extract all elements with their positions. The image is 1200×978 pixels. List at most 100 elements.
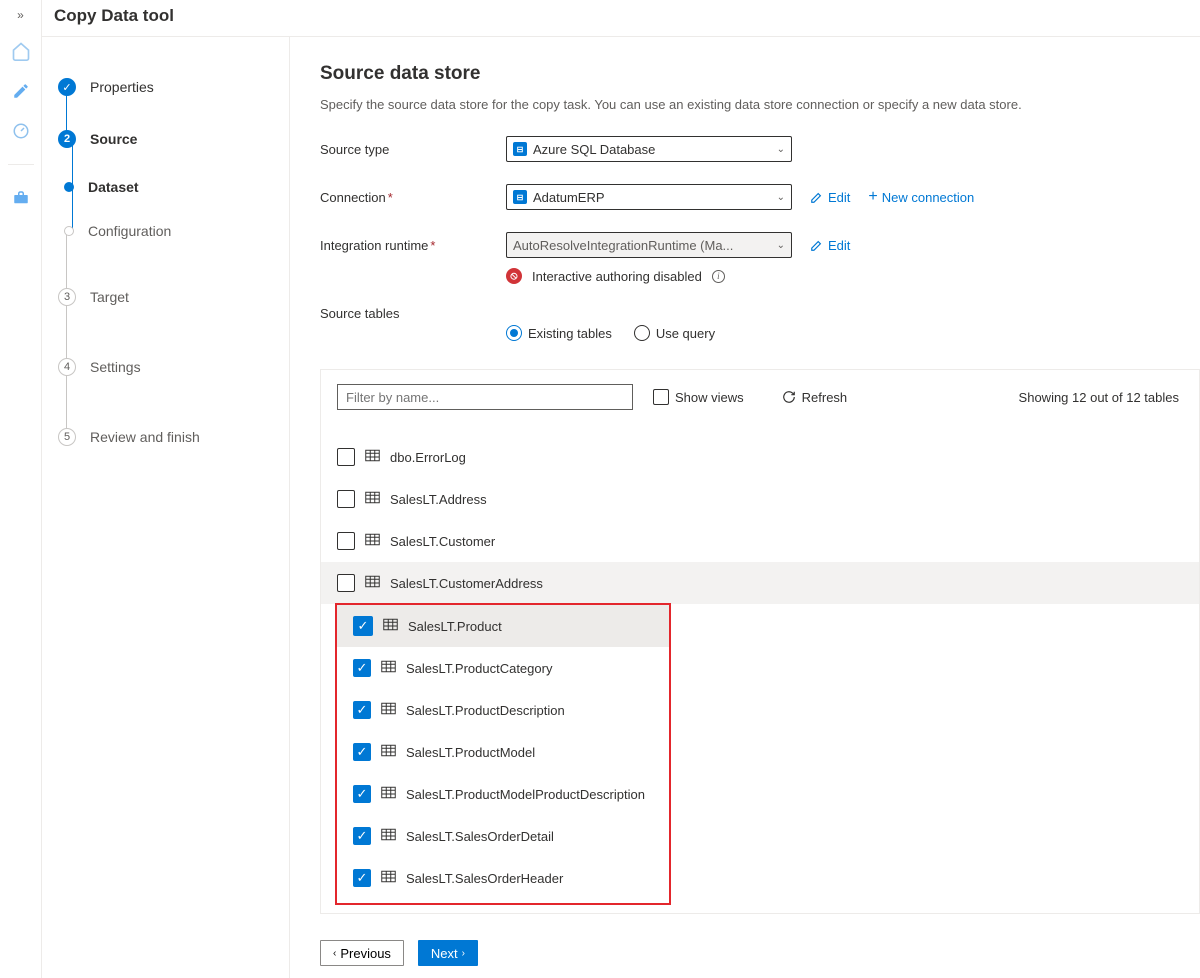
- chevron-down-icon: ⌄: [777, 240, 785, 251]
- new-connection-button[interactable]: + New connection: [868, 188, 974, 206]
- table-row[interactable]: SalesLT.Customer: [321, 520, 1199, 562]
- step-settings[interactable]: 4 Settings: [42, 341, 289, 393]
- table-icon: [365, 449, 380, 465]
- table-icon: [381, 786, 396, 802]
- chevron-down-icon: ⌄: [777, 192, 785, 203]
- step-source[interactable]: 2 Source: [42, 113, 289, 165]
- section-title: Source data store: [320, 63, 1200, 85]
- table-icon: [365, 575, 380, 591]
- table-name: SalesLT.SalesOrderHeader: [406, 871, 563, 886]
- table-count: Showing 12 out of 12 tables: [1019, 390, 1183, 405]
- connection-label: Connection*: [320, 190, 506, 205]
- table-icon: [383, 618, 398, 634]
- step-label: Properties: [90, 79, 154, 95]
- table-name: SalesLT.ProductCategory: [406, 661, 552, 676]
- checkbox-icon: [653, 389, 669, 405]
- table-checkbox[interactable]: ✓: [353, 785, 371, 803]
- no-entry-icon: ⦸: [506, 268, 522, 284]
- table-name: SalesLT.SalesOrderDetail: [406, 829, 554, 844]
- table-name: SalesLT.ProductDescription: [406, 703, 565, 718]
- pencil-icon[interactable]: [10, 80, 32, 102]
- table-checkbox[interactable]: ✓: [353, 827, 371, 845]
- step-review[interactable]: 5 Review and finish: [42, 411, 289, 463]
- show-views-checkbox[interactable]: Show views: [653, 389, 744, 405]
- edit-connection-button[interactable]: Edit: [810, 190, 850, 205]
- previous-button[interactable]: ‹Previous: [320, 940, 404, 966]
- table-row[interactable]: SalesLT.Address: [321, 478, 1199, 520]
- table-icon: [381, 870, 396, 886]
- table-row[interactable]: dbo.ErrorLog: [321, 436, 1199, 478]
- step-label: Target: [90, 289, 129, 305]
- step-number: 4: [58, 358, 76, 376]
- table-icon: [365, 491, 380, 507]
- table-checkbox[interactable]: ✓: [353, 869, 371, 887]
- table-checkbox[interactable]: ✓: [353, 616, 373, 636]
- step-label: Settings: [90, 359, 141, 375]
- table-row[interactable]: SalesLT.CustomerAddress: [321, 562, 1199, 604]
- existing-tables-radio[interactable]: Existing tables: [506, 325, 612, 341]
- table-row[interactable]: ✓ SalesLT.ProductModel: [337, 731, 669, 773]
- table-name: SalesLT.Customer: [390, 534, 495, 549]
- table-icon: [365, 533, 380, 549]
- step-target[interactable]: 3 Target: [42, 271, 289, 323]
- table-icon: [381, 828, 396, 844]
- table-name: SalesLT.CustomerAddress: [390, 576, 543, 591]
- table-icon: [381, 744, 396, 760]
- database-icon: ⊟: [513, 142, 527, 156]
- expand-rail-icon[interactable]: »: [17, 8, 24, 22]
- table-checkbox[interactable]: ✓: [353, 743, 371, 761]
- table-name: SalesLT.ProductModelProductDescription: [406, 787, 645, 802]
- table-name: SalesLT.ProductModel: [406, 745, 535, 760]
- chevron-down-icon: ⌄: [777, 144, 785, 155]
- database-icon: ⊟: [513, 190, 527, 204]
- source-tables-label: Source tables: [320, 306, 506, 321]
- table-row[interactable]: ✓ SalesLT.ProductCategory: [337, 647, 669, 689]
- radio-icon: [506, 325, 522, 341]
- table-row[interactable]: ✓SalesLT.Product: [337, 605, 669, 647]
- substep-dot: [64, 226, 74, 236]
- use-query-radio[interactable]: Use query: [634, 325, 715, 341]
- table-checkbox[interactable]: [337, 448, 355, 466]
- home-icon[interactable]: [10, 40, 32, 62]
- step-number: 5: [58, 428, 76, 446]
- table-checkbox[interactable]: [337, 574, 355, 592]
- step-configuration[interactable]: Configuration: [42, 209, 289, 253]
- step-label: Configuration: [88, 223, 171, 239]
- filter-input[interactable]: [337, 384, 633, 410]
- table-icon: [381, 702, 396, 718]
- select-value: Azure SQL Database: [533, 142, 655, 157]
- check-icon: ✓: [58, 78, 76, 96]
- step-dataset[interactable]: Dataset: [42, 165, 289, 209]
- source-type-select[interactable]: ⊟ Azure SQL Database ⌄: [506, 136, 792, 162]
- table-name: dbo.ErrorLog: [390, 450, 466, 465]
- info-icon[interactable]: i: [712, 270, 725, 283]
- step-label: Dataset: [88, 179, 139, 195]
- table-icon: [381, 660, 396, 676]
- table-checkbox[interactable]: ✓: [353, 701, 371, 719]
- table-row[interactable]: ✓ SalesLT.SalesOrderDetail: [337, 815, 669, 857]
- interactive-authoring-warning: ⦸ Interactive authoring disabled i: [506, 268, 1200, 284]
- edit-runtime-button[interactable]: Edit: [810, 238, 850, 253]
- source-type-label: Source type: [320, 142, 506, 157]
- table-row[interactable]: ✓ SalesLT.ProductDescription: [337, 689, 669, 731]
- select-value: AdatumERP: [533, 190, 605, 205]
- refresh-button[interactable]: Refresh: [782, 390, 848, 405]
- step-properties[interactable]: ✓ Properties: [42, 61, 289, 113]
- table-checkbox[interactable]: [337, 490, 355, 508]
- table-row[interactable]: ✓ SalesLT.ProductModelProductDescription: [337, 773, 669, 815]
- table-name: SalesLT.Address: [390, 492, 487, 507]
- table-checkbox[interactable]: [337, 532, 355, 550]
- next-button[interactable]: Next›: [418, 940, 478, 966]
- connection-select[interactable]: ⊟ AdatumERP ⌄: [506, 184, 792, 210]
- section-description: Specify the source data store for the co…: [320, 97, 1200, 112]
- integration-runtime-select[interactable]: AutoResolveIntegrationRuntime (Ma... ⌄: [506, 232, 792, 258]
- source-tables-panel: Show views Refresh Showing 12 out of 12 …: [320, 369, 1200, 914]
- page-title: Copy Data tool: [54, 6, 1188, 26]
- integration-runtime-label: Integration runtime*: [320, 238, 506, 253]
- gauge-icon[interactable]: [10, 120, 32, 142]
- step-number: 3: [58, 288, 76, 306]
- step-label: Source: [90, 131, 137, 147]
- table-checkbox[interactable]: ✓: [353, 659, 371, 677]
- table-row[interactable]: ✓ SalesLT.SalesOrderHeader: [337, 857, 669, 899]
- toolbox-icon[interactable]: [10, 187, 32, 209]
